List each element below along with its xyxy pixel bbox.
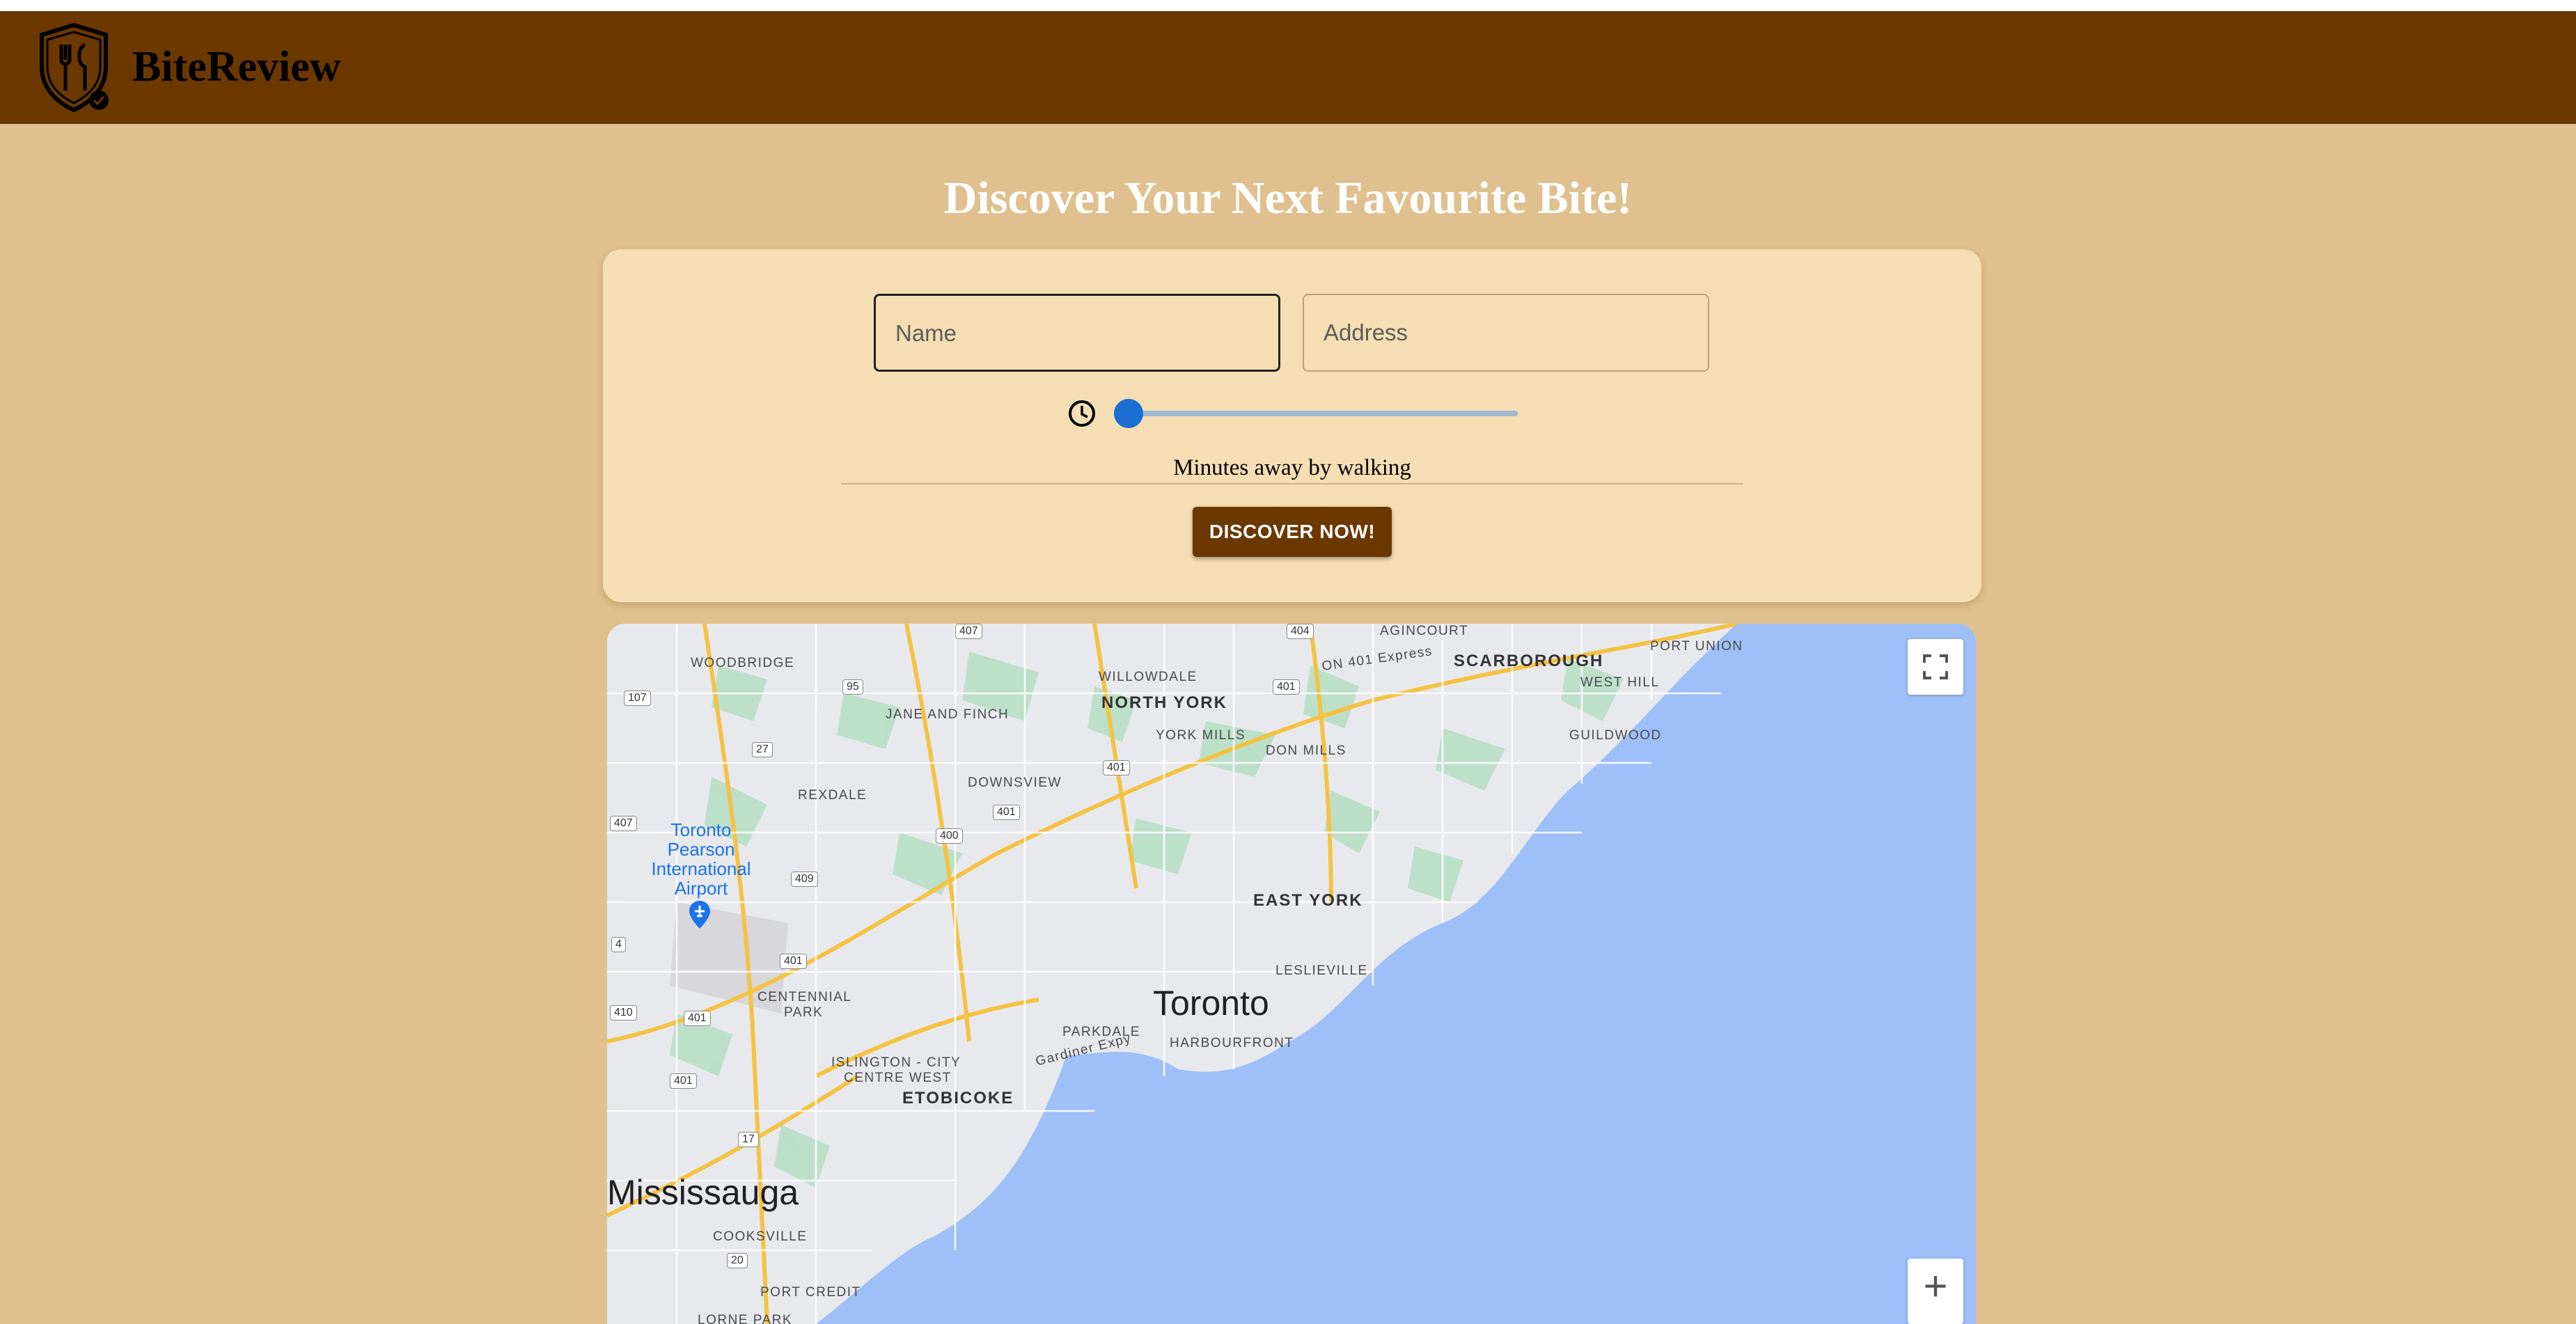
brand-name[interactable]: BiteReview xyxy=(132,39,341,95)
map-label-rexdale: REXDALE xyxy=(798,788,867,803)
name-input[interactable]: Name xyxy=(874,294,1280,372)
map-view[interactable]: WOODBRIDGE JANE AND FINCH WILLOWDALE AGI… xyxy=(607,624,1976,1324)
map-label-scarborough: SCARBOROUGH xyxy=(1454,652,1604,670)
highway-shield: 401 xyxy=(1273,679,1300,695)
divider xyxy=(841,483,1743,484)
map-label-woodbridge: WOODBRIDGE xyxy=(691,656,795,670)
search-card: Name Address Minutes away by walking DIS… xyxy=(603,249,1981,602)
map-label-toronto: Toronto xyxy=(1153,984,1269,1023)
page-title: Discover Your Next Favourite Bite! xyxy=(943,173,1633,223)
map-label-centennial: CENTENNIAL xyxy=(757,990,852,1004)
highway-shield: 401 xyxy=(1103,760,1130,775)
airport-line-4: Airport xyxy=(674,878,728,899)
map-label-jane-finch: JANE AND FINCH xyxy=(886,707,1010,722)
map-label-centre-west: CENTRE WEST xyxy=(844,1071,952,1085)
map-label-lorne-park: LORNE PARK xyxy=(698,1313,793,1324)
map-label-etobicoke: ETOBICOKE xyxy=(902,1089,1014,1108)
highway-shield: 401 xyxy=(684,1011,711,1026)
airport-line-2: Pearson xyxy=(667,839,735,860)
slider-caption: Minutes away by walking xyxy=(1173,455,1411,480)
highway-shield: 410 xyxy=(610,1005,637,1020)
slider-thumb[interactable] xyxy=(1114,399,1144,428)
address-input[interactable]: Address xyxy=(1303,294,1709,372)
highway-shield: 17 xyxy=(738,1132,759,1147)
map-label-mississauga: Mississauga xyxy=(607,1173,799,1212)
browser-top-strip xyxy=(0,0,2576,11)
highway-shield: 27 xyxy=(752,742,773,757)
map-zoom-in-button[interactable]: + xyxy=(1908,1259,1963,1324)
map-label-airport: Toronto Pearson International Airport xyxy=(649,820,753,898)
map-label-guildwood: GUILDWOOD xyxy=(1569,728,1662,743)
map-label-north-york: NORTH YORK xyxy=(1101,693,1227,712)
map-label-leslieville: LESLIEVILLE xyxy=(1275,963,1368,978)
highway-shield: 107 xyxy=(624,691,651,706)
site-header: BiteReview xyxy=(0,11,2576,124)
map-label-west-hill: WEST HILL xyxy=(1580,675,1660,690)
highway-shield: 400 xyxy=(936,828,963,844)
discover-button[interactable]: DISCOVER NOW! xyxy=(1193,507,1392,557)
highway-shield: 407 xyxy=(955,624,982,639)
highway-shield: 4 xyxy=(611,937,626,952)
walking-minutes-slider[interactable] xyxy=(1121,411,1518,416)
shield-utensils-icon[interactable] xyxy=(33,21,114,114)
highway-shield: 20 xyxy=(727,1253,748,1268)
map-label-cooksville: COOKSVILLE xyxy=(713,1229,808,1244)
highway-shield: 95 xyxy=(842,679,863,695)
highway-shield: 401 xyxy=(993,805,1020,820)
zoom-in-icon: + xyxy=(1923,1263,1948,1309)
highway-shield: 409 xyxy=(791,872,818,887)
airport-line-3: International xyxy=(651,858,751,879)
fullscreen-icon xyxy=(1923,654,1948,679)
map-label-downsview: DOWNSVIEW xyxy=(968,775,1062,790)
map-label-east-york: EAST YORK xyxy=(1253,891,1363,910)
highway-shield: 404 xyxy=(1287,624,1314,639)
map-label-port-credit: PORT CREDIT xyxy=(760,1285,861,1300)
highway-shield: 401 xyxy=(780,954,807,969)
map-label-agincourt: AGINCOURT xyxy=(1380,624,1469,638)
clock-icon xyxy=(1069,400,1095,427)
airport-pin-icon[interactable] xyxy=(689,901,710,929)
map-label-port-union: PORT UNION xyxy=(1650,639,1743,654)
map-fullscreen-button[interactable] xyxy=(1908,639,1963,695)
map-label-islington: ISLINGTON - CITY xyxy=(831,1055,961,1070)
map-label-harbourfront: HARBOURFRONT xyxy=(1170,1036,1294,1050)
map-label-don-mills: DON MILLS xyxy=(1266,743,1346,758)
map-label-centennial-park: PARK xyxy=(784,1005,824,1020)
airport-line-1: Toronto xyxy=(670,819,732,840)
map-label-york-mills: YORK MILLS xyxy=(1156,728,1246,743)
highway-shield: 407 xyxy=(610,816,637,831)
map-label-willowdale: WILLOWDALE xyxy=(1099,670,1197,684)
highway-shield: 401 xyxy=(670,1073,697,1089)
